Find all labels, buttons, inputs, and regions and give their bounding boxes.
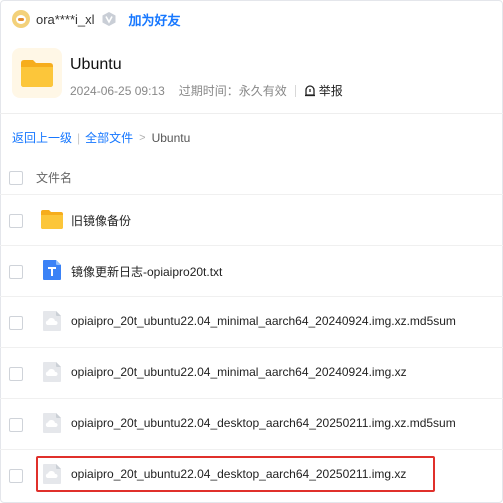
report-button[interactable]: 举报 (304, 82, 343, 99)
list-item[interactable]: opiaipro_20t_ubuntu22.04_desktop_aarch64… (0, 398, 503, 449)
column-header-filename: 文件名 (36, 171, 73, 185)
file-name[interactable]: opiaipro_20t_ubuntu22.04_minimal_aarch64… (71, 314, 456, 328)
file-name[interactable]: 旧镜像备份 (71, 212, 131, 229)
cloud-file-icon (43, 362, 61, 382)
meta-divider (294, 84, 296, 97)
folder-large-icon (12, 48, 62, 98)
folder-date: 2024-06-25 09:13 (70, 83, 165, 98)
file-name[interactable]: opiaipro_20t_ubuntu22.04_minimal_aarch64… (71, 365, 407, 379)
chevron-right-icon: > (139, 131, 146, 144)
cloud-file-icon (43, 413, 61, 433)
breadcrumb-current: Ubuntu (151, 130, 191, 145)
row-checkbox[interactable] (9, 214, 23, 228)
list-item[interactable]: opiaipro_20t_ubuntu22.04_minimal_aarch64… (0, 347, 503, 398)
username[interactable]: ora****i_xl (36, 12, 95, 27)
vip-badge-icon (102, 12, 116, 26)
breadcrumb-back[interactable]: 返回上一级 (12, 129, 72, 146)
file-name[interactable]: opiaipro_20t_ubuntu22.04_desktop_aarch64… (71, 416, 456, 430)
row-checkbox[interactable] (9, 316, 23, 330)
text-file-icon (43, 260, 61, 280)
breadcrumb: 返回上一级 | 全部文件 > Ubuntu (12, 129, 190, 146)
row-checkbox[interactable] (9, 265, 23, 279)
cloud-file-icon (43, 311, 61, 331)
add-friend-button[interactable]: 加为好友 (129, 10, 181, 29)
highlight-box (36, 456, 435, 492)
folder-icon (41, 210, 63, 229)
row-checkbox[interactable] (9, 367, 23, 381)
list-item[interactable]: 旧镜像备份 (0, 194, 503, 245)
user-bar: ora****i_xl 加为好友 (12, 8, 181, 30)
avatar[interactable] (12, 10, 30, 28)
folder-meta: 2024-06-25 09:13 过期时间：永久有效 举报 (70, 82, 343, 99)
select-all-checkbox[interactable] (9, 171, 23, 185)
report-label: 举报 (318, 84, 343, 98)
row-checkbox[interactable] (9, 418, 23, 432)
list-item[interactable]: 镜像更新日志-opiaipro20t.txt (0, 245, 503, 296)
expire-time: 过期时间：永久有效 (178, 84, 287, 98)
breadcrumb-separator: | (77, 130, 81, 145)
list-header: 文件名 (0, 162, 503, 192)
row-checkbox[interactable] (9, 469, 23, 483)
list-item[interactable]: opiaipro_20t_ubuntu22.04_minimal_aarch64… (0, 296, 503, 347)
file-name[interactable]: 镜像更新日志-opiaipro20t.txt (71, 263, 222, 280)
breadcrumb-all-files[interactable]: 全部文件 (85, 129, 133, 146)
folder-title: Ubuntu (70, 56, 122, 73)
report-icon (304, 84, 315, 96)
header-divider (0, 113, 503, 114)
